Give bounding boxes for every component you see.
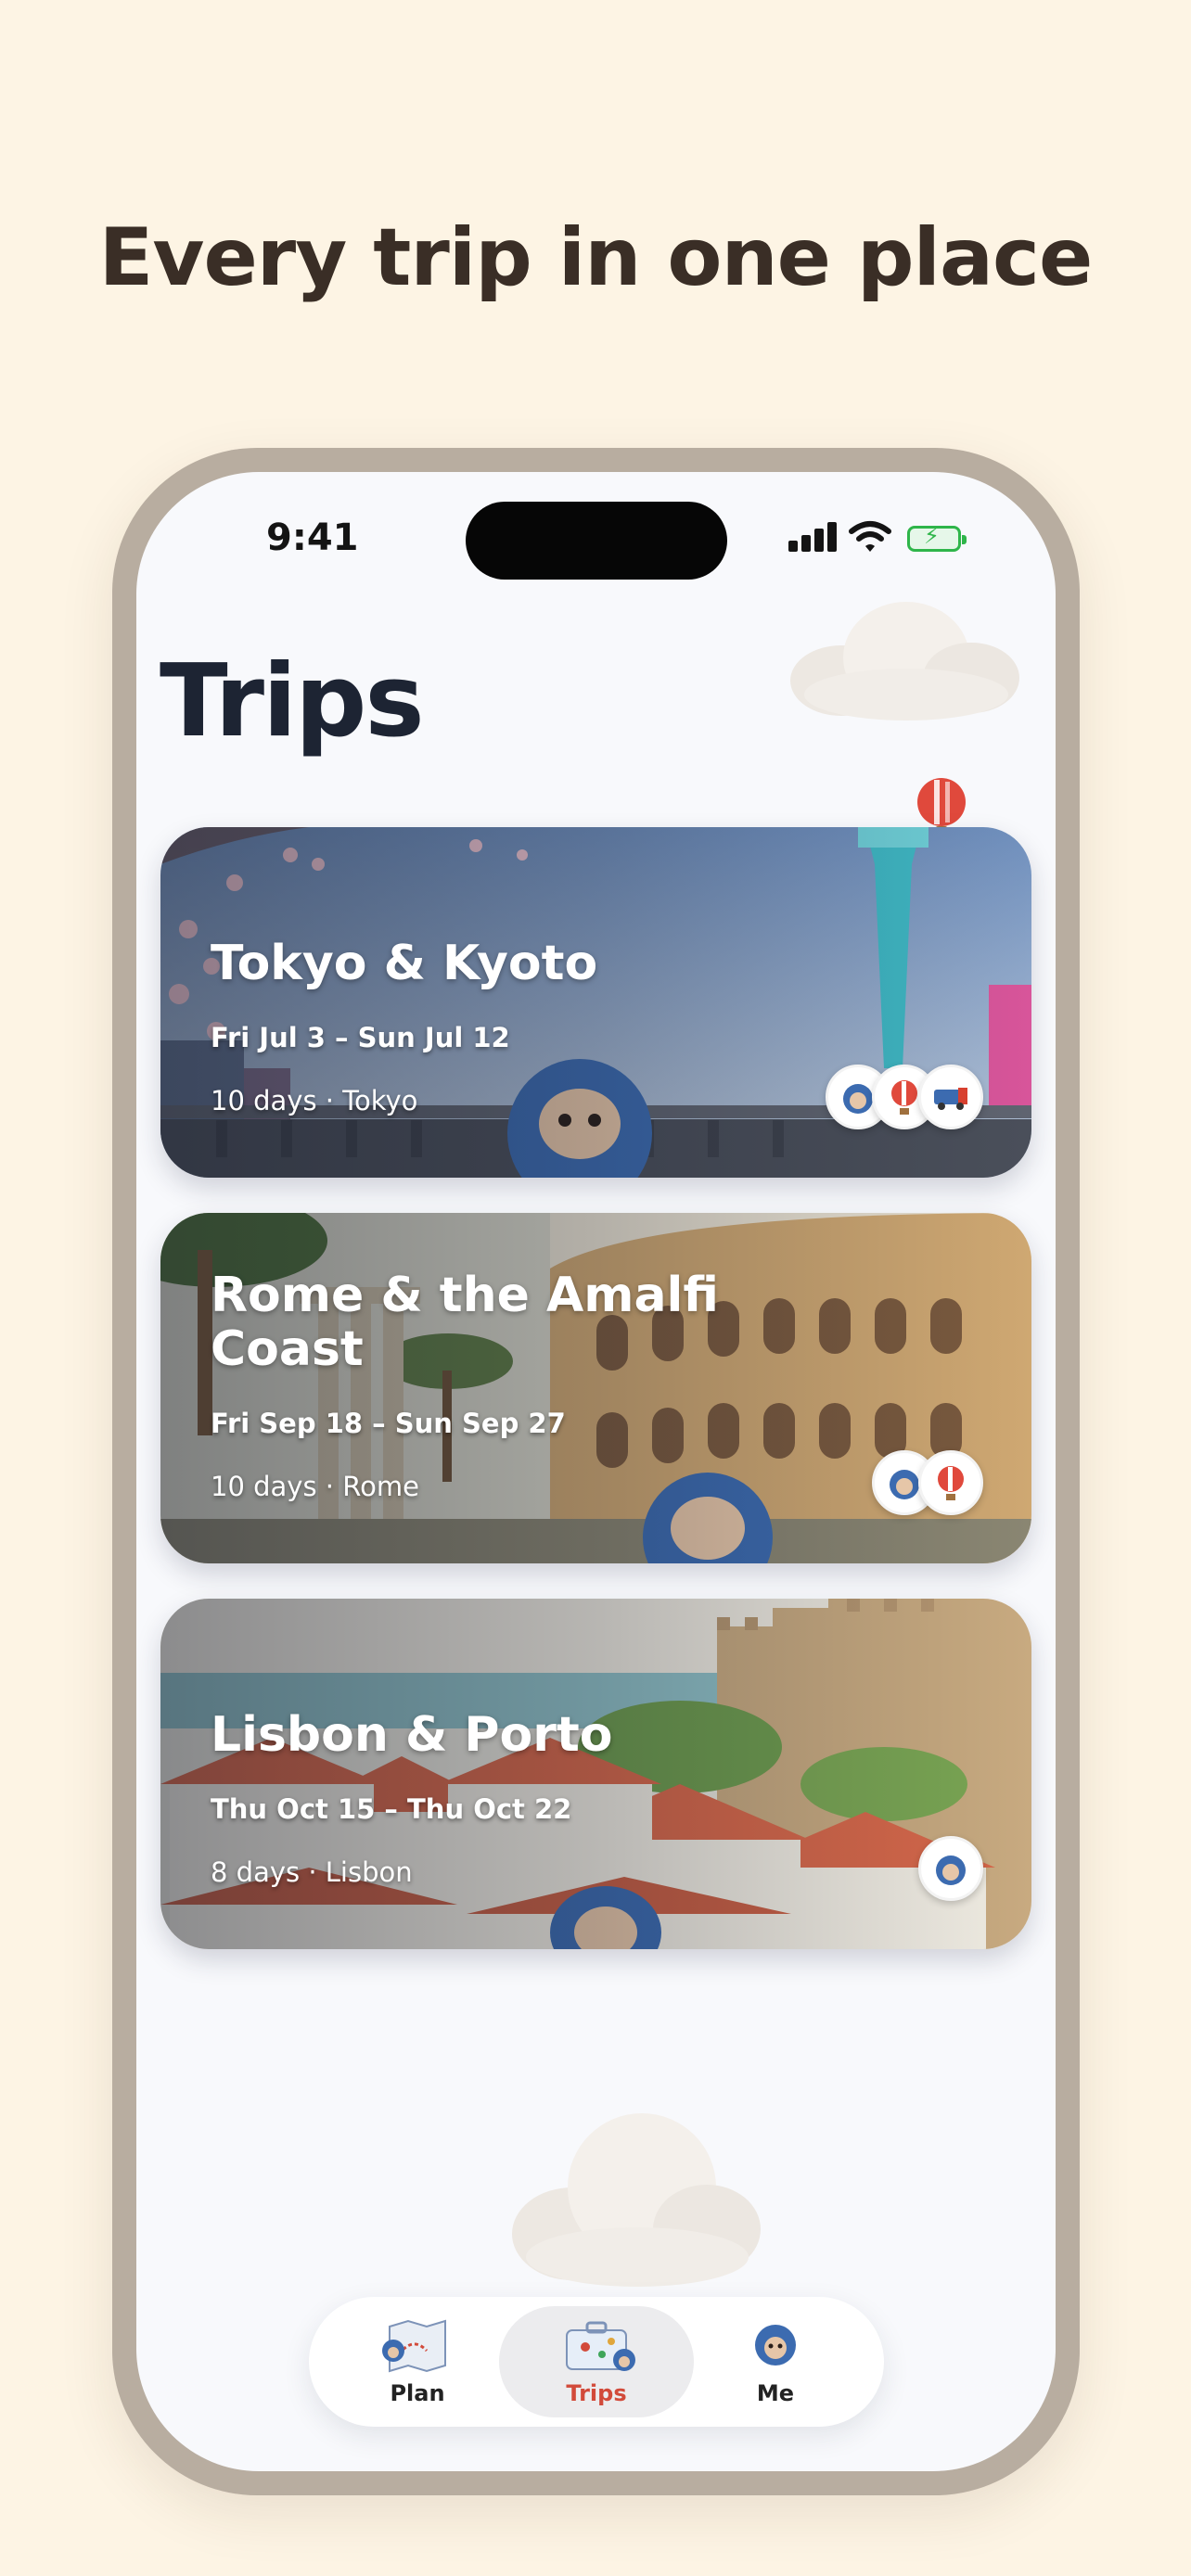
- tab-label: Me: [756, 2380, 795, 2406]
- trip-card-tokyo[interactable]: Tokyo & Kyoto Fri Jul 3 – Sun Jul 12 10 …: [160, 827, 1031, 1178]
- cellular-signal-icon: [788, 522, 837, 552]
- tab-trips[interactable]: Trips: [499, 2306, 694, 2417]
- status-icons: ⚡: [788, 518, 974, 555]
- trip-title: Rome & the Amalfi Coast: [211, 1268, 719, 1377]
- traveler-avatars: [826, 1065, 983, 1129]
- trip-dates: Fri Sep 18 – Sun Sep 27: [211, 1408, 566, 1439]
- tab-label: Trips: [566, 2380, 627, 2406]
- mascot-icon: [755, 2325, 796, 2366]
- tab-bar: Plan Trips Me: [309, 2297, 884, 2427]
- suitcase-icon: [566, 2321, 635, 2371]
- cloud-icon: [790, 602, 1019, 721]
- trip-title: Tokyo & Kyoto: [211, 936, 598, 991]
- trip-title: Lisbon & Porto: [211, 1707, 613, 1763]
- dynamic-island: [466, 502, 727, 580]
- cloud-icon: [512, 2113, 761, 2287]
- tab-plan[interactable]: Plan: [320, 2306, 515, 2417]
- trip-meta: 10 days · Tokyo: [211, 1085, 418, 1116]
- status-time: 9:41: [266, 516, 359, 559]
- hot-air-balloon-icon: [918, 1450, 983, 1515]
- phone-screen: 9:41 ⚡ Trips Tokyo & Kyoto Fri Jul 3 – S…: [136, 472, 1056, 2471]
- trip-meta: 8 days · Lisbon: [211, 1856, 413, 1888]
- train-icon: [918, 1065, 983, 1129]
- map-icon: [382, 2319, 446, 2373]
- trip-card-rome[interactable]: Rome & the Amalfi Coast Fri Sep 18 – Sun…: [160, 1213, 1031, 1563]
- trip-dates: Thu Oct 15 – Thu Oct 22: [211, 1793, 572, 1825]
- trip-meta: 10 days · Rome: [211, 1471, 419, 1502]
- tab-me[interactable]: Me: [678, 2306, 873, 2417]
- headline: Every trip in one place: [98, 211, 1094, 304]
- traveler-avatars: [918, 1836, 983, 1901]
- mascot-icon: [918, 1836, 983, 1901]
- trip-dates: Fri Jul 3 – Sun Jul 12: [211, 1022, 510, 1053]
- wifi-icon: [849, 521, 891, 552]
- trip-card-lisbon[interactable]: Lisbon & Porto Thu Oct 15 – Thu Oct 22 8…: [160, 1599, 1031, 1949]
- page-title: Trips: [160, 644, 425, 759]
- tab-label: Plan: [390, 2380, 445, 2406]
- traveler-avatars: [872, 1450, 983, 1515]
- battery-icon: ⚡: [907, 525, 967, 552]
